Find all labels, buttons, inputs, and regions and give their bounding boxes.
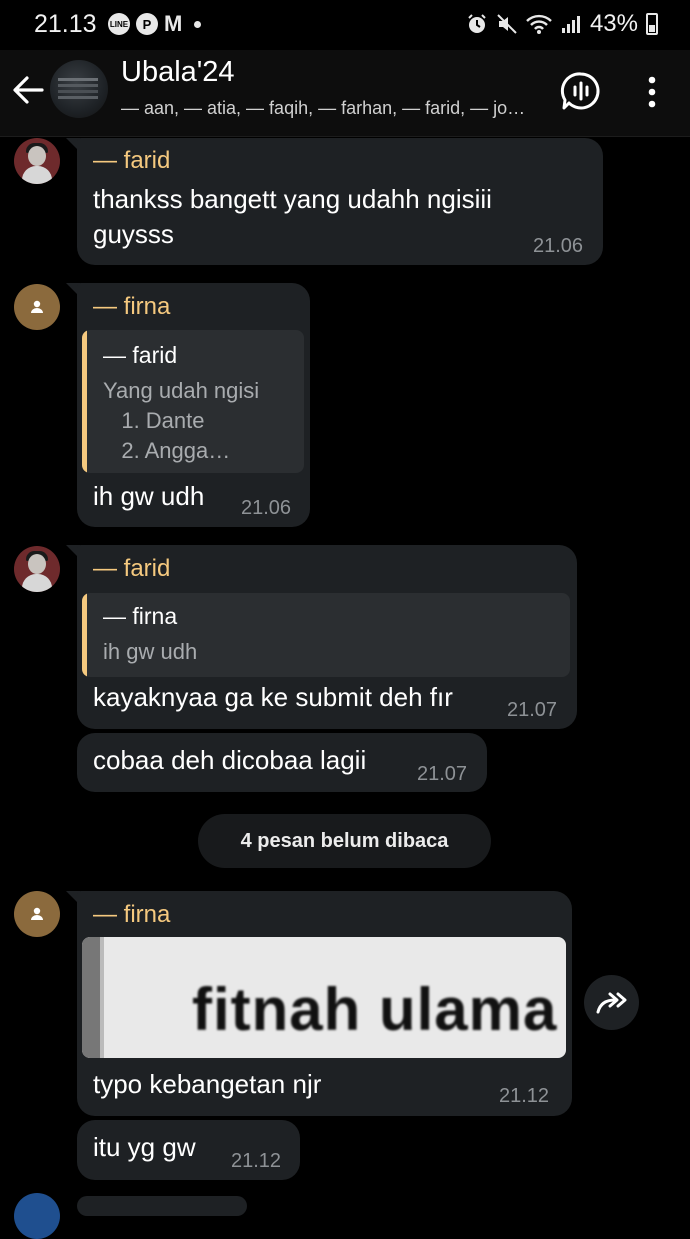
status-time: 21.13 bbox=[34, 10, 97, 38]
message-time: 21.07 bbox=[417, 763, 468, 785]
message-text: ih gw udh bbox=[93, 481, 205, 511]
image-attachment[interactable]: fitnah ulama bbox=[82, 937, 566, 1058]
sender-name[interactable]: — farid bbox=[93, 555, 170, 583]
notification-icons: LINE P M bbox=[108, 11, 202, 36]
message-time: 21.06 bbox=[241, 497, 292, 519]
quoted-message[interactable]: — farid Yang udah ngisi 1. Dante 2. Angg… bbox=[82, 330, 304, 473]
quoted-sender: — farid bbox=[103, 342, 178, 368]
quoted-text-line: 2. Angga… bbox=[103, 438, 231, 463]
forward-icon bbox=[596, 992, 626, 1013]
gmail-icon: M bbox=[164, 11, 183, 36]
next-message-peek-bubble bbox=[77, 1196, 247, 1216]
battery-percentage: 43% bbox=[589, 10, 638, 37]
quoted-sender: — firna bbox=[103, 603, 178, 629]
message-time: 21.07 bbox=[507, 699, 558, 721]
message-bubble[interactable]: — farid — firna ih gw udh kayaknyaa ga k… bbox=[77, 545, 577, 729]
message-text: typo kebangetan njr bbox=[93, 1069, 322, 1099]
user-icon bbox=[31, 907, 43, 920]
sender-name[interactable]: — firna bbox=[93, 901, 170, 929]
quote-bar bbox=[82, 593, 87, 677]
avatar[interactable] bbox=[14, 891, 60, 937]
sender-name[interactable]: — farid bbox=[93, 147, 170, 175]
unread-messages-divider: 4 pesan belum dibaca bbox=[198, 814, 491, 868]
user-icon bbox=[31, 300, 43, 313]
battery-icon bbox=[646, 13, 658, 35]
message-time: 21.06 bbox=[533, 235, 584, 257]
message-text: itu yg gw bbox=[93, 1132, 196, 1162]
mute-icon bbox=[497, 14, 517, 34]
avatar[interactable] bbox=[14, 138, 60, 184]
quoted-text-line: 1. Dante bbox=[103, 408, 205, 433]
message-text: cobaa deh dicobaa lagii bbox=[93, 745, 367, 775]
message-bubble[interactable]: cobaa deh dicobaa lagii 21.07 bbox=[77, 733, 487, 792]
avatar[interactable] bbox=[14, 284, 60, 330]
chat-title[interactable]: Ubala'24 bbox=[121, 56, 235, 89]
signal-icon bbox=[561, 16, 580, 33]
group-avatar[interactable] bbox=[50, 60, 108, 118]
chat-members[interactable]: — aan, — atia, — faqih, — farhan, — fari… bbox=[121, 98, 546, 119]
avatar[interactable] bbox=[14, 546, 60, 592]
message-text: thankss bangett yang udahh ngisiii guyss… bbox=[93, 184, 492, 249]
image-text: fitnah ulama bbox=[192, 976, 558, 1043]
alarm-icon bbox=[468, 14, 486, 33]
message-time: 21.12 bbox=[231, 1150, 282, 1172]
status-bar: 21.13 LINE P M 43% bbox=[0, 0, 690, 50]
chat-header: Ubala'24 — aan, — atia, — faqih, — farha… bbox=[0, 50, 690, 137]
wifi-icon bbox=[526, 14, 552, 34]
dot-icon bbox=[194, 20, 202, 28]
message-bubble[interactable]: — firna — farid Yang udah ngisi 1. Dante… bbox=[77, 283, 310, 527]
message-bubble[interactable]: — farid thankss bangett yang udahh ngisi… bbox=[77, 138, 603, 265]
sender-name[interactable]: — firna bbox=[93, 293, 170, 321]
quoted-text: ih gw udh bbox=[103, 639, 198, 664]
message-bubble[interactable]: itu yg gw 21.12 bbox=[77, 1120, 300, 1180]
quoted-message[interactable]: — firna ih gw udh bbox=[82, 593, 570, 677]
more-options-icon[interactable] bbox=[640, 74, 664, 110]
voice-chat-icon[interactable] bbox=[560, 70, 602, 112]
quoted-text-line: Yang udah ngisi bbox=[103, 378, 260, 403]
back-arrow-icon[interactable] bbox=[10, 70, 46, 110]
quote-bar bbox=[82, 330, 87, 473]
forward-button[interactable] bbox=[584, 975, 639, 1030]
message-text: kayaknyaa ga ke submit deh fır bbox=[93, 682, 453, 712]
line-icon: LINE bbox=[108, 13, 130, 35]
message-time: 21.12 bbox=[499, 1085, 550, 1107]
pinterest-icon: P bbox=[136, 13, 158, 35]
system-icons: 43% bbox=[466, 10, 658, 38]
